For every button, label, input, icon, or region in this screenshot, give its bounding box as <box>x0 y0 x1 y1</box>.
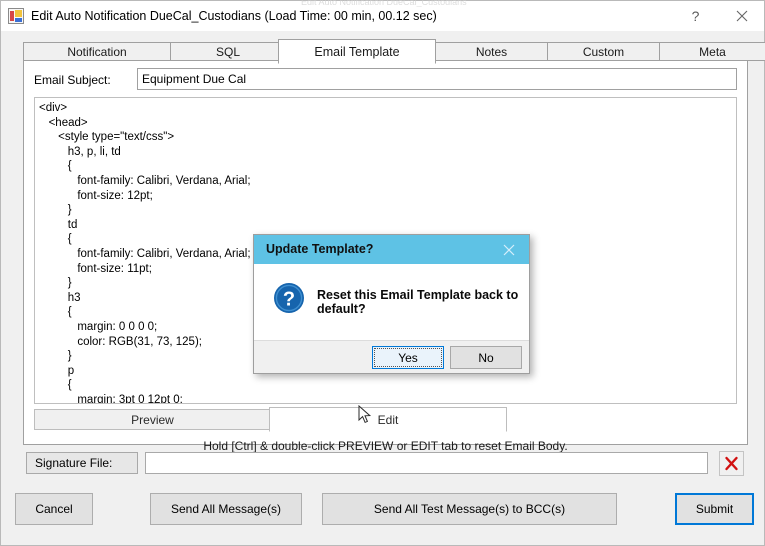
signature-file-label: Signature File: <box>35 456 113 470</box>
tab-email-template[interactable]: Email Template <box>278 39 436 64</box>
dialog-title: Update Template? <box>266 242 374 256</box>
close-icon <box>736 10 747 22</box>
tab-custom[interactable]: Custom <box>547 42 660 61</box>
cancel-button[interactable]: Cancel <box>15 493 93 525</box>
send-all-messages-label: Send All Message(s) <box>170 502 282 516</box>
tab-label: Email Template <box>314 44 400 59</box>
send-test-bcc-label: Send All Test Message(s) to BCC(s) <box>373 502 566 516</box>
tab-strip: Notification SQL Email Template Notes Cu… <box>23 39 765 64</box>
dialog-no-button[interactable]: No <box>450 346 522 369</box>
tab-sql[interactable]: SQL <box>170 42 286 61</box>
close-icon <box>503 244 515 256</box>
dialog-no-label: No <box>478 350 494 365</box>
app-grid-icon <box>8 8 24 24</box>
tab-notification[interactable]: Notification <box>23 42 171 61</box>
help-button[interactable]: ? <box>673 1 718 31</box>
close-window-button[interactable] <box>719 1 764 31</box>
window-title: Edit Auto Notification DueCal_Custodians… <box>31 9 437 23</box>
clear-signature-button[interactable] <box>719 451 744 476</box>
email-subject-input[interactable] <box>137 68 737 90</box>
subtab-label: Preview <box>131 412 174 427</box>
dialog-close-button[interactable] <box>493 239 525 261</box>
dialog-title-bar: Update Template? <box>254 235 529 264</box>
tab-label: Notification <box>67 44 127 59</box>
red-x-icon <box>725 456 738 471</box>
tab-label: Notes <box>475 44 508 59</box>
svg-text:?: ? <box>283 289 295 311</box>
focus-rect <box>374 348 442 367</box>
tab-notes[interactable]: Notes <box>435 42 548 61</box>
application-window: Edit Auto Notification DueCal_Custodians… <box>0 0 765 546</box>
dialog-yes-button[interactable]: Yes <box>372 346 444 369</box>
send-all-messages-button[interactable]: Send All Message(s) <box>150 493 302 525</box>
dialog-message: Reset this Email Template back to defaul… <box>317 288 519 316</box>
subtab-edit[interactable]: Edit <box>269 407 507 432</box>
question-icon: ? <box>273 282 305 314</box>
subtab-label: Edit <box>377 412 399 427</box>
footer-button-bar: Cancel Send All Message(s) Send All Test… <box>9 493 756 527</box>
update-template-dialog: Update Template? ? Reset this Email Temp… <box>253 234 530 374</box>
signature-file-button[interactable]: Signature File: <box>26 452 138 474</box>
question-mark-icon: ? <box>691 8 700 24</box>
tab-label: SQL <box>215 44 240 59</box>
dialog-footer: Yes No <box>254 340 529 373</box>
submit-button-label: Submit <box>695 502 734 516</box>
signature-file-input[interactable] <box>145 452 708 474</box>
cancel-button-label: Cancel <box>35 502 73 516</box>
dialog-body: ? Reset this Email Template back to defa… <box>254 264 529 340</box>
title-bar: Edit Auto Notification DueCal_Custodians… <box>1 0 764 31</box>
email-subject-label: Email Subject: <box>34 73 111 87</box>
tab-meta[interactable]: Meta <box>659 42 765 61</box>
submit-button[interactable]: Submit <box>675 493 754 525</box>
editor-mode-tabs: Preview Edit <box>34 407 737 432</box>
tab-label: Meta <box>699 44 726 59</box>
subtab-preview[interactable]: Preview <box>34 409 271 430</box>
signature-row: Signature File: <box>23 449 748 479</box>
tab-label: Custom <box>582 44 625 59</box>
send-all-test-messages-bcc-button[interactable]: Send All Test Message(s) to BCC(s) <box>322 493 617 525</box>
